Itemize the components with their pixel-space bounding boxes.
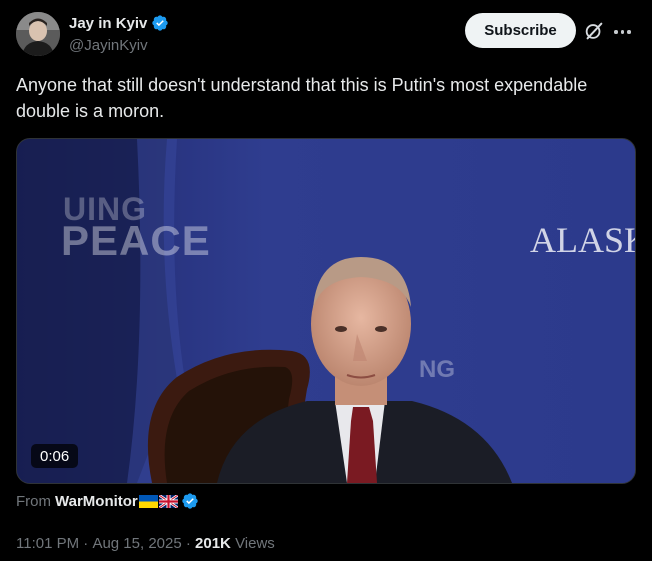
source-prefix: From: [16, 492, 51, 510]
views-label: Views: [235, 535, 275, 552]
author-display-name[interactable]: Jay in Kyiv: [69, 15, 147, 32]
tweet-time[interactable]: 11:01 PM: [16, 535, 79, 552]
ukraine-flag-icon: [138, 494, 158, 508]
more-options-icon[interactable]: [614, 29, 632, 35]
tweet-text: Anyone that still doesn't understand tha…: [16, 75, 588, 121]
video-duration-badge: 0:06: [31, 444, 79, 468]
meta-separator: ·: [79, 535, 93, 552]
avatar-image: [16, 12, 60, 56]
source-account-name[interactable]: WarMonitor: [55, 493, 138, 510]
verified-badge-icon: [152, 15, 169, 31]
backdrop-text-right: ALASKA: [530, 220, 635, 260]
backdrop-text-lower: NG: [419, 356, 455, 383]
media-source: From WarMonitor: [16, 492, 199, 510]
subscribe-button[interactable]: Subscribe: [465, 13, 576, 48]
author-handle[interactable]: @JayinKyiv: [69, 37, 148, 54]
video-player[interactable]: UING PEACE ALASKA NG 0:06: [16, 138, 636, 484]
uk-flag-icon: [158, 494, 178, 508]
grok-icon[interactable]: [583, 20, 605, 42]
source-verified-badge-icon: [182, 493, 198, 509]
meta-separator-2: ·: [181, 535, 196, 552]
tweet-date[interactable]: Aug 15, 2025: [92, 535, 181, 552]
author-avatar[interactable]: [16, 12, 60, 56]
author-name-row[interactable]: Jay in Kyiv: [69, 14, 169, 32]
tweet-meta: 11:01 PM · Aug 15, 2025 · 201K Views: [16, 535, 275, 552]
backdrop-text-line2: PEACE: [61, 217, 211, 264]
views-count: 201K: [195, 535, 231, 552]
